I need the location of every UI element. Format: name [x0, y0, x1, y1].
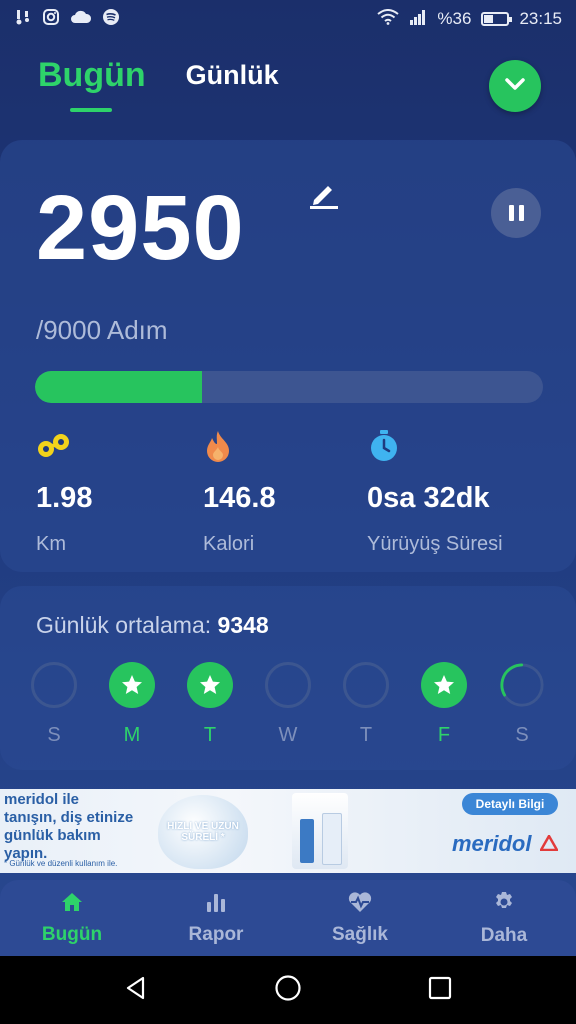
- wifi-icon: [377, 8, 400, 30]
- status-bar: %36 23:15: [0, 0, 576, 38]
- distance-icon: [36, 428, 92, 464]
- cloud-icon: [70, 9, 92, 30]
- stat-distance-value: 1.98: [36, 482, 93, 514]
- stat-duration-value: 0sa 32dk: [367, 482, 490, 514]
- steps-goal: /9000 Adım: [36, 315, 168, 345]
- weekday-label: T: [203, 724, 217, 746]
- gear-icon: [492, 890, 516, 919]
- stat-duration-label: Yürüyüş Süresi: [367, 533, 503, 555]
- star-icon: [122, 675, 142, 694]
- top-tabs: Bugün Günlük: [38, 56, 279, 112]
- weekday-5[interactable]: F: [420, 662, 468, 747]
- weekday-0[interactable]: S: [30, 662, 78, 747]
- pause-button[interactable]: [491, 188, 541, 238]
- brand-triangle-icon: [538, 833, 560, 856]
- ad-drop-text: HIZLI VE UZUN SÜRELİ *: [167, 821, 239, 843]
- signal-icon: [409, 9, 427, 30]
- bar-chart-icon: [204, 891, 228, 918]
- recents-icon[interactable]: [427, 975, 453, 1006]
- nav-report[interactable]: Rapor: [161, 891, 271, 946]
- nav-today[interactable]: Bugün: [17, 891, 127, 946]
- stat-calories-value: 146.8: [203, 482, 276, 514]
- back-icon[interactable]: [123, 975, 149, 1006]
- flame-icon: [203, 428, 276, 464]
- star-icon: [434, 675, 454, 694]
- day-goal-reached: [187, 662, 233, 708]
- day-progress-ring: [499, 662, 545, 708]
- stat-calories: 146.8 Kalori: [203, 428, 276, 556]
- star-icon: [200, 675, 220, 694]
- day-empty-ring: [343, 662, 389, 708]
- status-right: %36 23:15: [377, 8, 562, 30]
- bottom-nav: Bugün Rapor Sağlık Daha: [0, 880, 576, 956]
- stopwatch-icon: [367, 428, 503, 464]
- ad-text: meridol ile tanışın, diş etinize günlük …: [4, 791, 134, 862]
- nav-health-label: Sağlık: [332, 923, 388, 945]
- dropdown-button[interactable]: [489, 60, 541, 112]
- steps-progress-fill: [35, 371, 202, 403]
- battery-percent: %36: [437, 9, 472, 28]
- tab-active-indicator: [70, 108, 112, 112]
- ad-product-image: [292, 793, 348, 869]
- nav-health[interactable]: Sağlık: [305, 891, 415, 946]
- stat-duration: 0sa 32dk Yürüyüş Süresi: [367, 428, 503, 556]
- steps-progress-bar: [35, 371, 543, 403]
- ad-drop-graphic: HIZLI VE UZUN SÜRELİ *: [158, 795, 248, 869]
- spotify-icon: [102, 8, 120, 31]
- edit-icon[interactable]: [308, 178, 340, 215]
- notification-icon: [14, 8, 32, 31]
- ad-cta-button[interactable]: Detaylı Bilgi: [462, 793, 558, 815]
- status-left: [14, 8, 120, 31]
- stat-distance: 1.98 Km: [36, 428, 92, 556]
- weekday-label: W: [278, 724, 298, 746]
- tab-daily[interactable]: Günlük: [186, 60, 279, 95]
- day-empty-ring: [31, 662, 77, 708]
- ad-brand-logo: meridol: [452, 831, 532, 856]
- weekday-label: F: [437, 724, 451, 746]
- weekday-6[interactable]: S: [498, 662, 546, 747]
- tab-today-label: Bugün: [38, 56, 146, 94]
- heart-pulse-icon: [347, 891, 373, 918]
- weekday-2[interactable]: T: [186, 662, 234, 747]
- stat-distance-label: Km: [36, 533, 66, 555]
- pause-icon: [508, 205, 514, 221]
- weekday-3[interactable]: W: [264, 662, 312, 747]
- clock: 23:15: [519, 9, 562, 28]
- day-goal-reached: [421, 662, 467, 708]
- chevron-down-icon: [504, 77, 526, 96]
- system-nav-bar: [0, 956, 576, 1024]
- weekday-label: S: [515, 724, 529, 746]
- weekday-label: T: [359, 724, 373, 746]
- home-icon: [60, 891, 84, 918]
- day-goal-reached: [109, 662, 155, 708]
- tab-today[interactable]: Bugün: [38, 56, 146, 112]
- day-empty-ring: [265, 662, 311, 708]
- daily-average-value: 9348: [217, 612, 269, 638]
- steps-count: 2950: [36, 177, 245, 279]
- daily-average-label: Günlük ortalama:: [36, 612, 212, 638]
- ad-banner[interactable]: meridol ile tanışın, diş etinize günlük …: [0, 789, 576, 873]
- weekday-label: S: [47, 724, 61, 746]
- nav-report-label: Rapor: [188, 923, 244, 945]
- ad-fine-print: * Günlük ve düzenli kullanım ile.: [4, 859, 118, 868]
- nav-today-label: Bugün: [41, 923, 103, 945]
- battery-icon: [481, 12, 513, 26]
- weekday-1[interactable]: M: [108, 662, 156, 747]
- daily-average: Günlük ortalama: 9348: [36, 612, 269, 639]
- weekday-label: M: [123, 724, 141, 746]
- stat-calories-label: Kalori: [203, 533, 255, 555]
- instagram-icon: [42, 8, 60, 31]
- weekday-4[interactable]: T: [342, 662, 390, 747]
- home-button-icon[interactable]: [274, 974, 302, 1007]
- nav-more[interactable]: Daha: [449, 890, 559, 947]
- nav-more-label: Daha: [480, 924, 528, 946]
